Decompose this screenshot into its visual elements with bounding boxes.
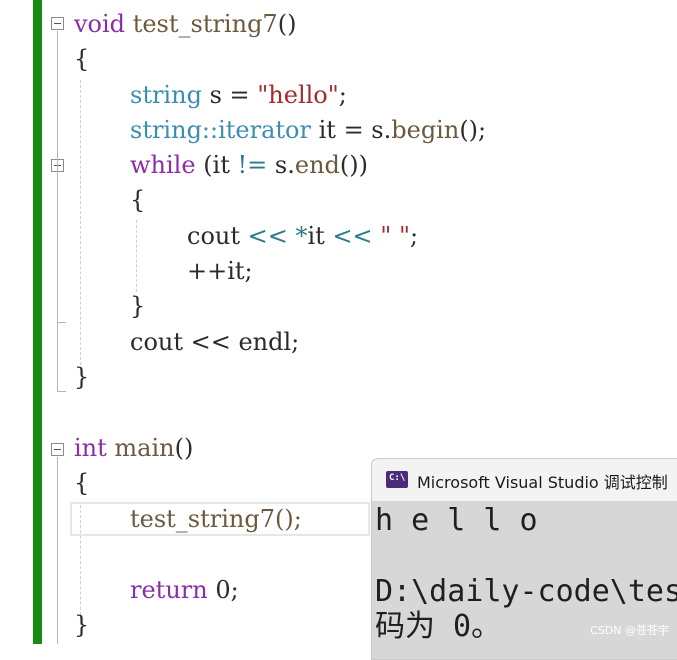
console-output-line: 码为 0。 (375, 609, 502, 644)
brace: } (130, 292, 146, 320)
change-indicator-bar (33, 0, 42, 644)
fold-guide (57, 31, 58, 391)
operator: << (324, 222, 381, 250)
code-line[interactable]: ++it; (187, 256, 253, 286)
brace: } (74, 611, 90, 639)
punctuation: () (174, 434, 194, 462)
punctuation: () (277, 10, 297, 38)
console-app-icon (386, 471, 408, 488)
code-line[interactable]: cout << *it << " "; (187, 221, 418, 251)
watermark: CSDN @苍苍宇 (590, 624, 669, 637)
function-call: test_string7(); (130, 505, 302, 533)
function-name: begin (391, 116, 460, 144)
code-text: s. (267, 151, 295, 179)
code-line[interactable]: test_string7(); (130, 504, 302, 534)
code-line[interactable]: { (130, 185, 145, 215)
code-text: it = s. (310, 116, 392, 144)
function-name: main (114, 434, 175, 462)
keyword: while (130, 151, 196, 179)
type-name: string::iterator (130, 116, 311, 144)
brace: { (74, 469, 90, 497)
operator: << (240, 222, 296, 250)
code-text: (it (195, 151, 238, 179)
code-line[interactable]: { (74, 44, 89, 74)
console-titlebar[interactable]: Microsoft Visual Studio 调试控制 (372, 459, 677, 501)
console-title: Microsoft Visual Studio 调试控制 (417, 473, 668, 492)
code-line[interactable]: { (74, 468, 89, 498)
indent-guide (80, 80, 81, 365)
brace: { (130, 186, 146, 214)
identifier: it (307, 222, 325, 250)
fold-guide (57, 457, 58, 644)
keyword: return (130, 576, 208, 604)
string-literal: "hello" (257, 81, 339, 109)
brace: } (74, 363, 90, 391)
fold-toggle-icon[interactable] (51, 443, 64, 456)
code-line[interactable]: while (it != s.end()) (130, 150, 368, 180)
code-text: s = (201, 81, 258, 109)
fold-guide-end (57, 391, 66, 392)
function-name: end (294, 151, 340, 179)
code-line[interactable]: void test_string7() (74, 9, 296, 39)
console-output-line: h e l l o (375, 503, 538, 538)
code-text: ++it; (187, 257, 253, 285)
code-line[interactable]: string::iterator it = s.begin(); (130, 115, 486, 145)
brace: { (74, 45, 90, 73)
operator: * (295, 222, 308, 250)
code-text: (); (459, 116, 487, 144)
fold-guide-end (57, 322, 66, 323)
code-line[interactable]: return 0; (130, 575, 239, 605)
code-text: ()) (339, 151, 368, 179)
fold-toggle-icon[interactable] (51, 17, 64, 30)
keyword: int (74, 434, 107, 462)
code-line[interactable]: } (130, 291, 145, 321)
type-name: string (130, 81, 202, 109)
console-output-line: D:\daily-code\tes (375, 574, 677, 609)
code-line[interactable]: int main() (74, 433, 193, 463)
code-text: ; (338, 81, 347, 109)
code-line[interactable]: } (74, 610, 89, 640)
string-literal: " " (380, 222, 411, 250)
keyword: void (74, 10, 126, 38)
code-line[interactable]: string s = "hello"; (130, 80, 347, 110)
code-text: ; (410, 222, 419, 250)
function-name: test_string7 (132, 10, 278, 38)
code-line[interactable]: } (74, 362, 89, 392)
code-line[interactable]: cout << endl; (130, 327, 299, 357)
code-text: cout << endl; (130, 328, 300, 356)
operator: != (237, 151, 268, 179)
identifier: cout (187, 222, 240, 250)
indent-guide (136, 220, 137, 292)
code-text: 0; (207, 576, 239, 604)
